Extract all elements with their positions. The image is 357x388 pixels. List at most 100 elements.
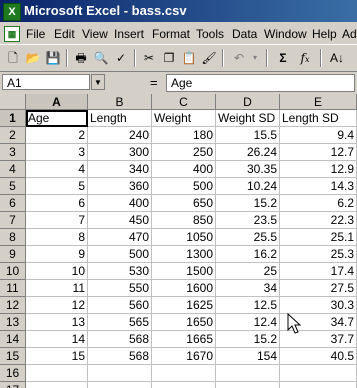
- row-header-4[interactable]: 4: [0, 161, 26, 178]
- data-cell[interactable]: 25.3: [280, 246, 357, 263]
- data-cell[interactable]: 4: [26, 161, 88, 178]
- header-cell-b1[interactable]: Length: [88, 110, 152, 127]
- data-cell[interactable]: 1300: [152, 246, 216, 263]
- row-header-1[interactable]: 1: [0, 110, 26, 127]
- row-header-6[interactable]: 6: [0, 195, 26, 212]
- excel-app-icon[interactable]: X: [3, 3, 21, 21]
- data-cell[interactable]: 450: [88, 212, 152, 229]
- data-cell[interactable]: 180: [152, 127, 216, 144]
- data-cell[interactable]: 30.35: [216, 161, 280, 178]
- menu-view[interactable]: View: [82, 27, 108, 41]
- data-cell[interactable]: 12.5: [216, 297, 280, 314]
- formula-input[interactable]: Age: [166, 74, 355, 92]
- column-header-c[interactable]: C: [152, 94, 216, 110]
- data-cell[interactable]: 14: [26, 331, 88, 348]
- data-cell[interactable]: 500: [88, 246, 152, 263]
- format-painter-icon[interactable]: 🖌: [200, 49, 218, 67]
- print-preview-icon[interactable]: 🔍: [92, 49, 110, 67]
- data-cell[interactable]: 15.2: [216, 195, 280, 212]
- empty-cell[interactable]: [216, 382, 280, 388]
- column-header-d[interactable]: D: [216, 94, 280, 110]
- document-icon[interactable]: ▦: [4, 26, 20, 42]
- row-header-10[interactable]: 10: [0, 263, 26, 280]
- empty-cell[interactable]: [26, 365, 88, 382]
- data-cell[interactable]: 360: [88, 178, 152, 195]
- empty-cell[interactable]: [216, 365, 280, 382]
- row-header-2[interactable]: 2: [0, 127, 26, 144]
- data-cell[interactable]: 16.2: [216, 246, 280, 263]
- data-cell[interactable]: 1625: [152, 297, 216, 314]
- data-cell[interactable]: 568: [88, 348, 152, 365]
- name-box[interactable]: A1: [2, 74, 90, 90]
- data-cell[interactable]: 34: [216, 280, 280, 297]
- data-cell[interactable]: 10: [26, 263, 88, 280]
- data-cell[interactable]: 30.3: [280, 297, 357, 314]
- data-cell[interactable]: 400: [152, 161, 216, 178]
- data-cell[interactable]: 12.4: [216, 314, 280, 331]
- row-header-7[interactable]: 7: [0, 212, 26, 229]
- data-cell[interactable]: 8: [26, 229, 88, 246]
- data-cell[interactable]: 550: [88, 280, 152, 297]
- function-icon[interactable]: fx: [296, 49, 314, 67]
- row-header-13[interactable]: 13: [0, 314, 26, 331]
- data-cell[interactable]: 2: [26, 127, 88, 144]
- worksheet-grid[interactable]: A B C D E 1 Age Length Weight Weight SD Length SD 2…: [0, 94, 357, 388]
- data-cell[interactable]: 15: [26, 348, 88, 365]
- data-cell[interactable]: 3: [26, 144, 88, 161]
- menu-add-ins[interactable]: Ad: [342, 27, 357, 41]
- name-box-dropdown-icon[interactable]: ▼: [91, 74, 105, 90]
- menu-file[interactable]: File: [26, 27, 45, 41]
- data-cell[interactable]: 40.5: [280, 348, 357, 365]
- data-cell[interactable]: 250: [152, 144, 216, 161]
- data-cell[interactable]: 470: [88, 229, 152, 246]
- data-cell[interactable]: 650: [152, 195, 216, 212]
- empty-cell[interactable]: [26, 382, 88, 388]
- data-cell[interactable]: 26.24: [216, 144, 280, 161]
- data-cell[interactable]: 1600: [152, 280, 216, 297]
- sort-ascending-icon[interactable]: A↓: [328, 49, 346, 67]
- menu-format[interactable]: Format: [152, 27, 190, 41]
- data-cell[interactable]: 22.3: [280, 212, 357, 229]
- copy-icon[interactable]: ❐: [160, 49, 178, 67]
- data-cell[interactable]: 7: [26, 212, 88, 229]
- column-header-a[interactable]: A: [26, 94, 88, 110]
- data-cell[interactable]: 1650: [152, 314, 216, 331]
- data-cell[interactable]: 10.24: [216, 178, 280, 195]
- empty-cell[interactable]: [88, 382, 152, 388]
- data-cell[interactable]: 1670: [152, 348, 216, 365]
- data-cell[interactable]: 25.1: [280, 229, 357, 246]
- select-all-corner[interactable]: [0, 94, 26, 110]
- data-cell[interactable]: 1665: [152, 331, 216, 348]
- row-header-14[interactable]: 14: [0, 331, 26, 348]
- data-cell[interactable]: 17.4: [280, 263, 357, 280]
- data-cell[interactable]: 500: [152, 178, 216, 195]
- menu-insert[interactable]: Insert: [114, 27, 144, 41]
- data-cell[interactable]: 154: [216, 348, 280, 365]
- row-header-9[interactable]: 9: [0, 246, 26, 263]
- column-header-e[interactable]: E: [280, 94, 357, 110]
- data-cell[interactable]: 240: [88, 127, 152, 144]
- data-cell[interactable]: 400: [88, 195, 152, 212]
- row-header-11[interactable]: 11: [0, 280, 26, 297]
- data-cell[interactable]: 300: [88, 144, 152, 161]
- data-cell[interactable]: 565: [88, 314, 152, 331]
- data-cell[interactable]: 1500: [152, 263, 216, 280]
- data-cell[interactable]: 11: [26, 280, 88, 297]
- data-cell[interactable]: 340: [88, 161, 152, 178]
- data-cell[interactable]: 530: [88, 263, 152, 280]
- column-header-b[interactable]: B: [88, 94, 152, 110]
- row-header-16[interactable]: 16: [0, 365, 26, 382]
- menu-help[interactable]: Help: [312, 27, 337, 41]
- data-cell[interactable]: 13: [26, 314, 88, 331]
- open-icon[interactable]: 📂: [24, 49, 42, 67]
- data-cell[interactable]: 850: [152, 212, 216, 229]
- data-cell[interactable]: 25.5: [216, 229, 280, 246]
- data-cell[interactable]: 27.5: [280, 280, 357, 297]
- header-cell-e1[interactable]: Length SD: [280, 110, 357, 127]
- menu-tools[interactable]: Tools: [196, 27, 224, 41]
- menu-window[interactable]: Window: [264, 27, 307, 41]
- data-cell[interactable]: 23.5: [216, 212, 280, 229]
- data-cell[interactable]: 5: [26, 178, 88, 195]
- data-cell[interactable]: 568: [88, 331, 152, 348]
- empty-cell[interactable]: [88, 365, 152, 382]
